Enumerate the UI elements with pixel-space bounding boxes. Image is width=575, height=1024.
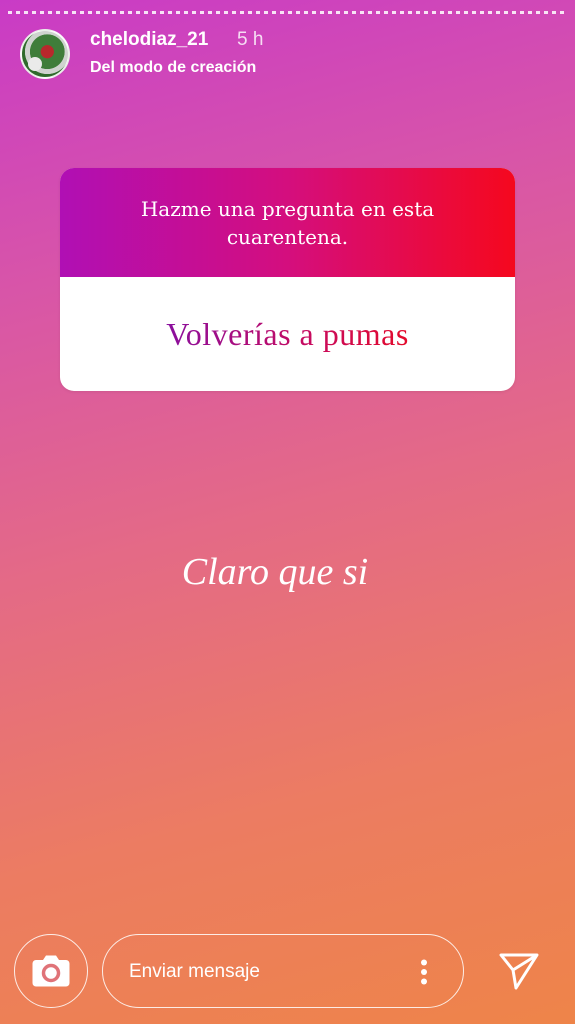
story-footer: Enviar mensaje — [0, 930, 575, 1016]
question-prompt: Hazme una pregunta en esta cuarentena. — [140, 196, 435, 249]
camera-icon — [32, 955, 70, 987]
more-vertical-icon — [421, 959, 427, 985]
send-icon — [499, 953, 539, 990]
story-progress-bar — [8, 11, 567, 14]
story-source-label[interactable]: Del modo de creación — [90, 59, 256, 77]
message-placeholder: Enviar mensaje — [129, 961, 260, 982]
question-sticker-body: Volverías a pumas — [60, 277, 515, 391]
username[interactable]: chelodiaz_21 — [90, 29, 208, 51]
story-header: chelodiaz_21 5 h Del modo de creación — [20, 26, 555, 82]
camera-button[interactable] — [14, 934, 88, 1008]
message-input[interactable]: Enviar mensaje — [102, 934, 464, 1008]
story-timestamp: 5 h — [237, 29, 264, 50]
more-options-button[interactable] — [409, 957, 439, 987]
avatar[interactable] — [20, 29, 70, 79]
question-sticker[interactable]: Hazme una pregunta en esta cuarentena. V… — [60, 168, 515, 391]
question-sticker-header: Hazme una pregunta en esta cuarentena. — [60, 168, 515, 277]
answer-text: Claro que si — [181, 551, 369, 593]
question-text: Volverías a pumas — [166, 315, 409, 352]
send-button[interactable] — [494, 948, 544, 994]
